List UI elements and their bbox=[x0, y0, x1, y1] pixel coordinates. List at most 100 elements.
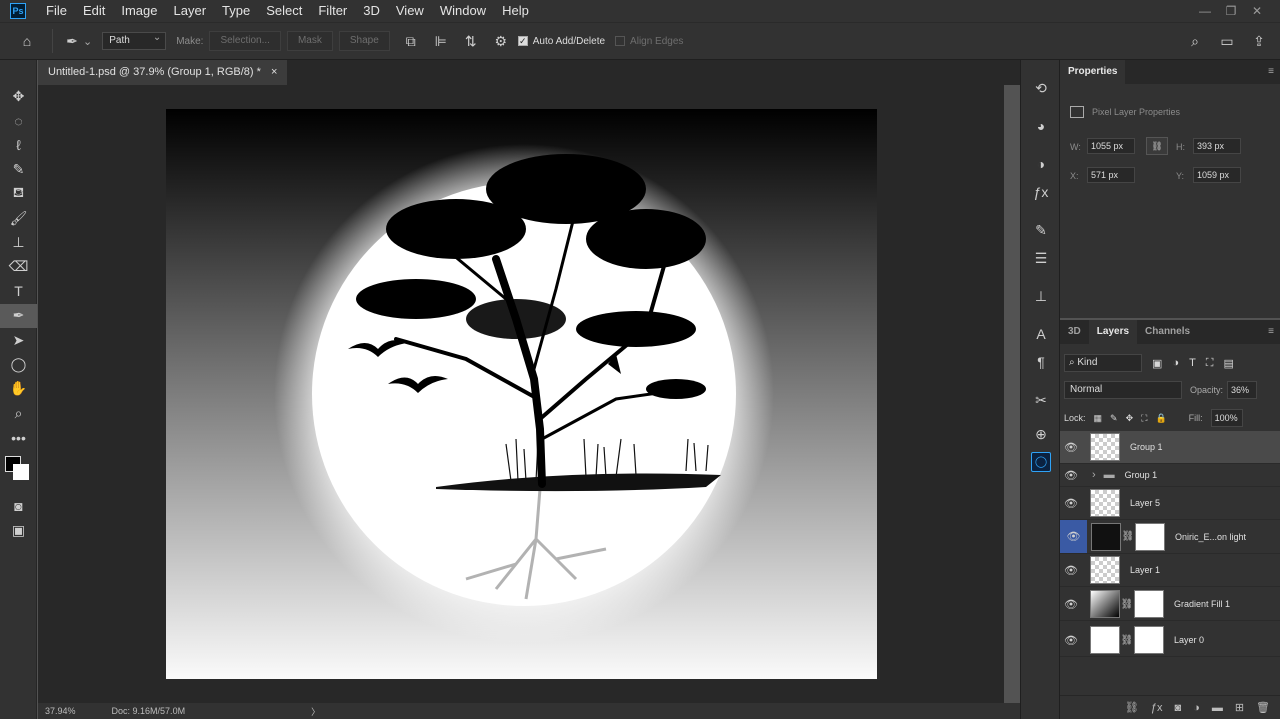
stamp-tool-icon[interactable]: ⊥ bbox=[0, 230, 37, 254]
eye-icon[interactable]: 👁 bbox=[1060, 564, 1082, 577]
more-tools-icon[interactable]: ••• bbox=[0, 425, 37, 449]
paint-bucket-tool-icon[interactable]: ⛾ bbox=[0, 182, 37, 206]
new-group-icon[interactable]: ▬ bbox=[1212, 702, 1223, 714]
blend-mode-select[interactable]: Normal bbox=[1064, 381, 1182, 399]
canvas-area[interactable] bbox=[38, 85, 1004, 703]
lock-position-icon[interactable]: ✥ bbox=[1126, 413, 1134, 424]
menu-image[interactable]: Image bbox=[113, 0, 165, 22]
eye-icon[interactable]: 👁 bbox=[1060, 598, 1082, 611]
screen-mode-icon[interactable]: ▣ bbox=[0, 518, 37, 542]
lock-artboard-icon[interactable]: ⛶ bbox=[1141, 413, 1147, 424]
layer-row[interactable]: 👁 ⛓ Layer 0 bbox=[1060, 624, 1280, 657]
filter-pixel-icon[interactable]: ▣ bbox=[1152, 357, 1162, 370]
minimize-button[interactable]: — bbox=[1192, 4, 1218, 18]
pen-tool-preset-icon[interactable]: ✒ bbox=[61, 33, 83, 50]
brush-tool-icon[interactable]: 🖌 bbox=[0, 206, 37, 230]
make-shape-button[interactable]: Shape bbox=[338, 31, 390, 51]
document-canvas[interactable] bbox=[166, 109, 877, 679]
layer-name[interactable]: Group 1 bbox=[1130, 442, 1163, 452]
eye-icon[interactable]: 👁 bbox=[1060, 469, 1082, 482]
filter-adjustment-icon[interactable]: ◑ bbox=[1172, 357, 1179, 369]
new-adjustment-icon[interactable]: ◑ bbox=[1193, 702, 1200, 714]
background-color-swatch[interactable] bbox=[13, 463, 29, 480]
search-icon[interactable]: ⌕ bbox=[1184, 33, 1206, 50]
home-icon[interactable]: ⌂ bbox=[16, 33, 38, 49]
y-field[interactable]: 1059 px bbox=[1193, 167, 1241, 183]
layer-style-icon[interactable]: ƒx bbox=[1151, 702, 1163, 714]
layer-row[interactable]: 👁 Group 1 bbox=[1060, 431, 1280, 464]
fill-field[interactable]: 100% bbox=[1210, 409, 1243, 427]
lock-pixels-icon[interactable]: ✎ bbox=[1110, 413, 1118, 424]
link-icon[interactable]: ⛓ bbox=[1120, 599, 1134, 610]
align-edges-option[interactable]: Align Edges bbox=[615, 36, 683, 47]
restore-button[interactable]: ❐ bbox=[1218, 4, 1244, 18]
tab-3d[interactable]: 3D bbox=[1060, 320, 1089, 344]
share-icon[interactable]: ⇪ bbox=[1248, 33, 1270, 50]
path-arrangement-icon[interactable]: ⇅ bbox=[460, 33, 482, 50]
layer-row[interactable]: 👁 › ▬ Group 1 bbox=[1060, 464, 1280, 487]
menu-help[interactable]: Help bbox=[494, 0, 537, 22]
workspace-icon[interactable]: ▭ bbox=[1216, 33, 1238, 50]
layer-name[interactable]: Group 1 bbox=[1125, 470, 1158, 480]
tab-layers[interactable]: Layers bbox=[1088, 320, 1138, 344]
link-layers-icon[interactable]: ⛓ bbox=[1125, 701, 1139, 714]
plugin-icon[interactable]: ◯ bbox=[1021, 448, 1061, 476]
layer-filter-select[interactable]: ⌕ Kind bbox=[1064, 354, 1142, 372]
navigator-icon[interactable]: ⊕ bbox=[1021, 420, 1061, 448]
quick-selection-tool-icon[interactable]: ✎ bbox=[0, 157, 37, 181]
menu-3d[interactable]: 3D bbox=[355, 0, 388, 22]
height-field[interactable]: 393 px bbox=[1193, 138, 1241, 154]
tab-properties[interactable]: Properties bbox=[1060, 60, 1126, 84]
link-icon[interactable]: ⛓ bbox=[1120, 635, 1134, 646]
layer-name[interactable]: Layer 1 bbox=[1130, 565, 1160, 575]
pen-tool-icon[interactable]: ✒ bbox=[0, 303, 37, 328]
eye-icon[interactable]: 👁 bbox=[1060, 441, 1082, 454]
panel-menu-icon[interactable]: ≡ bbox=[1262, 320, 1280, 344]
quick-mask-icon[interactable]: ◙ bbox=[0, 494, 37, 518]
clone-source-icon[interactable]: ⊥ bbox=[1021, 282, 1061, 310]
document-tab[interactable]: Untitled-1.psd @ 37.9% (Group 1, RGB/8) … bbox=[38, 60, 288, 85]
layer-row[interactable]: 👁 ⛓ Oniric_E...on light bbox=[1060, 520, 1280, 554]
paragraph-icon[interactable]: ¶ bbox=[1021, 348, 1061, 376]
gear-icon[interactable]: ⚙ bbox=[490, 33, 512, 50]
lock-all-icon[interactable]: 🔒 bbox=[1155, 413, 1166, 424]
menu-edit[interactable]: Edit bbox=[75, 0, 113, 22]
brushes-icon[interactable]: ✎ bbox=[1021, 216, 1061, 244]
pen-mode-select[interactable]: Path bbox=[102, 30, 167, 50]
layer-row[interactable]: 👁 Layer 1 bbox=[1060, 554, 1280, 587]
delete-layer-icon[interactable]: 🗑 bbox=[1256, 701, 1270, 714]
opacity-field[interactable]: 36% bbox=[1227, 381, 1258, 399]
character-icon[interactable]: A bbox=[1021, 320, 1061, 348]
move-tool-icon[interactable]: ✥ bbox=[0, 84, 37, 108]
eye-icon[interactable]: 👁 bbox=[1060, 497, 1082, 510]
ellipse-tool-icon[interactable]: ◯ bbox=[0, 352, 37, 376]
path-operations-icon[interactable]: ⧉ bbox=[400, 33, 422, 50]
adjustments-icon[interactable]: ◑ bbox=[1021, 150, 1061, 178]
tools-icon[interactable]: ✂ bbox=[1021, 386, 1061, 414]
close-tab-icon[interactable]: × bbox=[271, 60, 277, 85]
auto-add-delete-checkbox[interactable]: ✓ bbox=[517, 36, 528, 46]
lock-transparency-icon[interactable]: ▦ bbox=[1094, 413, 1103, 424]
lasso-tool-icon[interactable]: ℓ bbox=[0, 133, 37, 157]
auto-add-delete-option[interactable]: ✓ Auto Add/Delete bbox=[517, 36, 605, 47]
brush-settings-icon[interactable]: ☰ bbox=[1021, 244, 1061, 272]
layer-row[interactable]: 👁 Layer 5 bbox=[1060, 487, 1280, 520]
filter-type-icon[interactable]: T bbox=[1189, 357, 1196, 369]
menu-file[interactable]: File bbox=[38, 0, 75, 22]
history-icon[interactable]: ⟲ bbox=[1021, 74, 1061, 102]
make-mask-button[interactable]: Mask bbox=[286, 31, 333, 51]
layer-row[interactable]: 👁 ⛓ Gradient Fill 1 bbox=[1060, 588, 1280, 621]
layer-name[interactable]: Layer 5 bbox=[1130, 498, 1160, 508]
width-field[interactable]: 1055 px bbox=[1087, 138, 1135, 154]
link-icon[interactable]: ⛓ bbox=[1121, 531, 1135, 542]
eye-icon[interactable]: 👁 bbox=[1060, 520, 1087, 553]
hand-tool-icon[interactable]: ✋ bbox=[0, 377, 37, 401]
x-field[interactable]: 571 px bbox=[1087, 167, 1135, 183]
zoom-level[interactable]: 37.94% bbox=[45, 706, 76, 716]
menu-select[interactable]: Select bbox=[258, 0, 310, 22]
menu-view[interactable]: View bbox=[388, 0, 432, 22]
close-window-button[interactable]: ✕ bbox=[1244, 4, 1270, 18]
menu-window[interactable]: Window bbox=[432, 0, 494, 22]
path-alignment-icon[interactable]: ⊫ bbox=[430, 33, 452, 50]
panel-menu-icon[interactable]: ≡ bbox=[1262, 60, 1280, 84]
